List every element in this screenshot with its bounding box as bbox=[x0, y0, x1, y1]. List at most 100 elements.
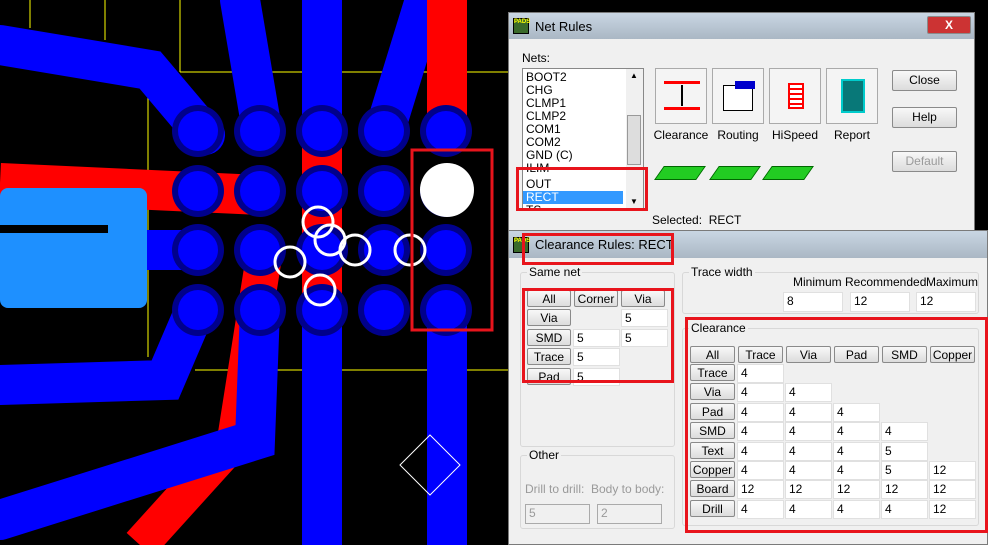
close-button[interactable]: Close bbox=[892, 70, 957, 91]
pad[interactable] bbox=[178, 111, 218, 151]
clearance-cell[interactable]: 4 bbox=[833, 422, 880, 442]
clearance-cell[interactable]: 4 bbox=[881, 499, 928, 519]
clearance-cell[interactable]: 12 bbox=[785, 480, 832, 500]
same-net-cell[interactable]: 5 bbox=[621, 328, 668, 347]
clearance-cell[interactable]: 4 bbox=[785, 422, 832, 442]
close-window-button[interactable]: X bbox=[927, 16, 971, 34]
clearance-cell[interactable]: 12 bbox=[881, 480, 928, 500]
same-net-cell[interactable]: 5 bbox=[573, 367, 620, 386]
title-bar[interactable]: PADS Net Rules bbox=[509, 13, 974, 39]
clearance-cell[interactable]: 4 bbox=[737, 383, 784, 403]
net-list-item[interactable]: ILIM bbox=[523, 162, 623, 175]
clearance-row-text[interactable]: Text bbox=[690, 441, 735, 459]
clearance-header-via[interactable]: Via bbox=[786, 346, 831, 363]
same-net-row-smd[interactable]: SMD bbox=[527, 328, 571, 346]
clearance-cell[interactable]: 5 bbox=[881, 461, 928, 480]
pad[interactable] bbox=[178, 171, 218, 211]
pad[interactable] bbox=[240, 171, 280, 211]
clearance-cell[interactable]: 4 bbox=[785, 499, 832, 519]
same-net-row-trace[interactable]: Trace bbox=[527, 348, 571, 365]
dialog-title: Net Rules bbox=[535, 18, 593, 34]
clearance-row-board[interactable]: Board bbox=[690, 480, 735, 498]
clearance-cell[interactable]: 4 bbox=[737, 402, 784, 422]
title-bar[interactable]: PADS Clearance Rules: RECT bbox=[509, 231, 987, 258]
maximum-width-input[interactable]: 12 bbox=[916, 292, 976, 312]
help-button[interactable]: Help bbox=[892, 107, 957, 128]
selected-net: RECT bbox=[708, 213, 742, 227]
pad[interactable] bbox=[364, 171, 404, 211]
pad[interactable] bbox=[302, 171, 342, 211]
same-net-cell[interactable]: 5 bbox=[573, 328, 620, 347]
clearance-row-via[interactable]: Via bbox=[690, 383, 735, 401]
clearance-row-copper[interactable]: Copper bbox=[690, 461, 735, 478]
report-button[interactable] bbox=[826, 68, 878, 124]
clearance-cell[interactable]: 4 bbox=[785, 461, 832, 480]
clearance-header-trace[interactable]: Trace bbox=[738, 346, 783, 363]
pad[interactable] bbox=[302, 290, 342, 330]
clearance-cell[interactable]: 4 bbox=[737, 499, 784, 519]
minimum-width-input[interactable]: 8 bbox=[783, 292, 843, 312]
clearance-header-smd[interactable]: SMD bbox=[882, 346, 927, 363]
nets-label: Nets: bbox=[522, 51, 551, 65]
drill-to-drill-input[interactable]: 5 bbox=[525, 504, 590, 524]
pad[interactable] bbox=[178, 290, 218, 330]
clearance-cell[interactable]: 4 bbox=[833, 441, 880, 461]
clearance-row-drill[interactable]: Drill bbox=[690, 499, 735, 517]
same-net-header-all[interactable]: All bbox=[527, 290, 571, 307]
clearance-cell[interactable]: 4 bbox=[881, 422, 928, 442]
same-net-cell[interactable]: 5 bbox=[621, 309, 668, 327]
hispeed-button[interactable] bbox=[769, 68, 821, 124]
clearance-row-smd[interactable]: SMD bbox=[690, 422, 735, 440]
clearance-button[interactable] bbox=[655, 68, 707, 124]
same-net-cell[interactable]: 5 bbox=[573, 348, 620, 366]
pad[interactable] bbox=[240, 290, 280, 330]
clearance-cell[interactable]: 4 bbox=[737, 364, 784, 383]
clearance-cell[interactable]: 12 bbox=[737, 480, 784, 500]
same-net-row-pad[interactable]: Pad bbox=[527, 367, 571, 385]
net-list-item[interactable]: TS bbox=[523, 204, 623, 211]
same-net-row-via[interactable]: Via bbox=[527, 309, 571, 326]
maximum-label: Maximum bbox=[926, 275, 979, 289]
clearance-cell[interactable]: 5 bbox=[881, 441, 928, 461]
pad[interactable] bbox=[364, 290, 404, 330]
pad[interactable] bbox=[426, 111, 466, 151]
clearance-cell[interactable]: 4 bbox=[737, 441, 784, 461]
routing-button[interactable] bbox=[712, 68, 764, 124]
clearance-header-copper[interactable]: Copper bbox=[930, 346, 975, 363]
clearance-cell[interactable]: 4 bbox=[737, 422, 784, 442]
clearance-cell[interactable]: 4 bbox=[833, 461, 880, 480]
same-net-header-corner[interactable]: Corner bbox=[574, 290, 618, 307]
default-button[interactable]: Default bbox=[892, 151, 957, 172]
body-to-body-label: Body to body: bbox=[591, 482, 665, 496]
clearance-cell[interactable]: 12 bbox=[833, 480, 880, 500]
pad[interactable] bbox=[240, 111, 280, 151]
clearance-cell[interactable]: 12 bbox=[929, 461, 976, 480]
clearance-cell[interactable]: 4 bbox=[785, 402, 832, 422]
dialog-title: Clearance Rules: RECT bbox=[535, 237, 674, 252]
scroll-up-icon[interactable]: ▲ bbox=[630, 71, 638, 80]
body-to-body-input[interactable]: 2 bbox=[597, 504, 662, 524]
scroll-down-icon[interactable]: ▼ bbox=[630, 197, 638, 206]
clearance-icon bbox=[664, 77, 700, 115]
net-rules-dialog: PADS Net Rules X Nets: BOOT2 CHG CLMP1 CLMP2… bbox=[508, 12, 975, 234]
clearance-cell[interactable]: 4 bbox=[737, 461, 784, 480]
pad[interactable] bbox=[178, 230, 218, 270]
scroll-thumb[interactable] bbox=[627, 115, 641, 165]
recommended-width-input[interactable]: 12 bbox=[850, 292, 910, 312]
nets-scrollbar[interactable]: ▲ ▼ bbox=[626, 69, 643, 210]
clearance-header-pad[interactable]: Pad bbox=[834, 346, 879, 363]
pad[interactable] bbox=[302, 111, 342, 151]
pad[interactable] bbox=[426, 230, 466, 270]
clearance-cell[interactable]: 4 bbox=[785, 441, 832, 461]
clearance-cell[interactable]: 12 bbox=[929, 499, 976, 519]
same-net-header-via[interactable]: Via bbox=[621, 290, 665, 307]
clearance-cell[interactable]: 4 bbox=[833, 499, 880, 519]
pad[interactable] bbox=[364, 111, 404, 151]
clearance-cell[interactable]: 4 bbox=[785, 383, 832, 403]
clearance-cell[interactable]: 4 bbox=[833, 402, 880, 422]
clearance-cell[interactable]: 12 bbox=[929, 480, 976, 500]
pad[interactable] bbox=[426, 290, 466, 330]
clearance-header-all[interactable]: All bbox=[690, 346, 735, 363]
clearance-row-trace[interactable]: Trace bbox=[690, 364, 735, 381]
clearance-row-pad[interactable]: Pad bbox=[690, 402, 735, 420]
